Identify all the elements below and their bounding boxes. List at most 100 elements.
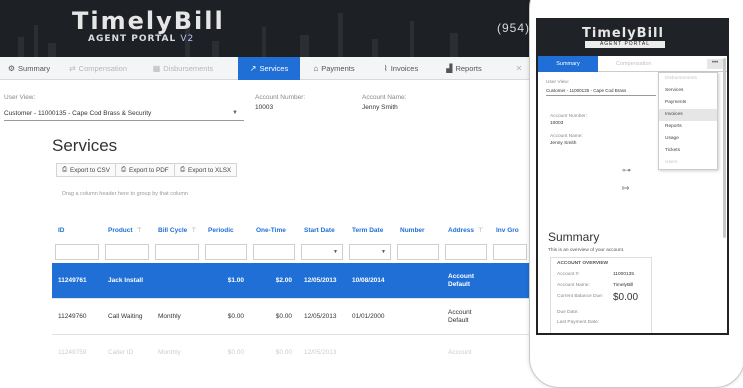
col-header-inv-group[interactable]: Inv Gro [490,219,530,241]
account-overview-box: ACCOUNT OVERVIEW Account #: 11000135 Acc… [550,257,652,333]
cell-address: Account [448,349,472,356]
filter-input-product[interactable] [105,244,149,260]
menu-item-disbursements[interactable]: Disbursements [659,73,717,85]
cell-number [394,299,442,334]
col-header-start-date[interactable]: Start Date [298,219,346,241]
account-name-label: Account Name: [362,94,407,101]
page-title: Services [52,136,118,155]
cell-bill-cycle: Monthly [158,313,181,320]
overview-account-label: Account #: [557,272,580,277]
col-header-address[interactable]: Address ⊤ [442,219,490,241]
tab-compensation[interactable]: ⇄ Compensation [58,57,138,80]
account-name-value: Jenny Smith [362,104,398,111]
account-number-value: 10003 [255,104,274,111]
bank-icon: ⌂ [313,64,319,73]
customer-select[interactable]: Customer - 11000135 - Cape Cod Brass & S… [4,107,244,121]
col-header-number[interactable]: Number [394,219,442,241]
table-row[interactable]: 11249761 Jack Install $1.00 $2.00 12/05/… [52,263,530,299]
col-header-one-time[interactable]: One-Time [250,219,298,241]
cell-periodic: $0.00 [227,313,244,320]
export-icon: ⎙ [62,166,68,173]
table-row[interactable]: 11249760 Call Waiting Monthly $0.00 $0.0… [52,299,530,335]
col-header-id[interactable]: ID [52,219,102,241]
menu-item-users[interactable]: Users [659,157,717,169]
mobile-header: TimelyBill AGENT PORTAL [538,20,727,56]
overview-balance-label: Current Balance Due: [557,294,604,299]
cell-number [394,335,442,369]
filter-icon[interactable]: ⊤ [137,227,142,234]
mobile-scrollbar[interactable] [723,58,726,238]
menu-item-usage[interactable]: Usage [659,133,717,145]
cell-bill-cycle: Monthly [158,349,181,356]
menu-item-payments[interactable]: Payments [659,97,717,109]
tab-reports[interactable]: ▟ Reports [434,57,494,80]
filter-input-address[interactable] [445,244,487,260]
grid-filter-row: ▼ ▼ [52,241,530,263]
filter-input-number[interactable] [397,244,439,260]
menu-item-invoices[interactable]: Invoices [659,109,717,121]
export-xlsx-button[interactable]: ⎙ Export to XLSX [174,163,238,177]
group-by-hint[interactable]: Drag a column header here to group by th… [62,191,188,197]
filter-input-periodic[interactable] [205,244,247,260]
tab-payments[interactable]: ⌂ Payments [300,57,368,80]
menu-item-tickets[interactable]: Tickets [659,145,717,157]
filter-input-id[interactable] [55,244,99,260]
filter-input-inv-group[interactable] [493,244,527,260]
cell-one-time: $2.00 [275,277,292,284]
export-pdf-button[interactable]: ⎙ Export to PDF [115,163,175,177]
tab-services[interactable]: ↗ Services [238,57,300,80]
chevron-down-icon: ▼ [333,249,338,255]
col-header-periodic[interactable]: Periodic [202,219,250,241]
filter-icon[interactable]: ⊤ [191,227,196,234]
mobile-summary-desc: This is an overview of your account. [548,248,625,253]
account-number-label: Account Number: [255,94,306,101]
mobile-account-number: 10003 [550,121,564,126]
mobile-tabs: Summary Compensation ••• [538,56,727,72]
filter-select-term-date[interactable]: ▼ [349,244,391,260]
export-csv-button[interactable]: ⎙ Export to CSV [56,163,116,177]
mobile-account-number-label: Account Number: [550,114,588,119]
col-header-term-date[interactable]: Term Date [346,219,394,241]
cell-bill-cycle [152,263,202,298]
more-menu-button[interactable]: ••• [707,59,723,69]
mobile-summary-title: Summary [548,230,600,244]
chevron-down-icon: ▼ [381,249,386,255]
grid-header-row: ID Product ⊤ Bill Cycle ⊤ Periodic One-Tim… [52,219,530,241]
filter-input-one-time[interactable] [253,244,295,260]
mobile-tab-compensation[interactable]: Compensation [616,56,651,72]
overview-account-value: 11000135 [613,272,634,277]
table-row[interactable]: 11249759 Caller ID Monthly $0.00 $0.00 1… [52,335,530,369]
cell-start-date: 12/05/2013 [304,349,337,356]
cell-inv-group [490,335,530,369]
overview-name-label: Account Name: [557,283,590,288]
tab-disbursements[interactable]: ▦ Disbursements [138,57,228,80]
timelybill-logo[interactable]: TimelyBill AGENT PORTAL V2 [72,8,225,44]
cell-number [394,263,442,298]
cell-id: 11249761 [58,277,87,284]
cell-one-time: $0.00 [275,313,292,320]
mobile-logo[interactable]: TimelyBill [538,26,708,41]
col-header-bill-cycle[interactable]: Bill Cycle ⊤ [152,219,202,241]
filter-icon[interactable]: ⊤ [478,227,483,234]
mobile-logo-subtitle: AGENT PORTAL [585,41,665,48]
chart-icon: ▟ [446,64,453,73]
overview-last-payment-label: Last Payment Date: [557,320,600,325]
mobile-account-name-label: Account Name: [550,134,583,139]
logo-title: TimelyBill [72,7,225,35]
mobile-account-name: Jenny Smith [550,141,577,146]
cell-one-time: $0.00 [275,349,292,356]
cell-product: Call Waiting [108,312,143,320]
tab-summary[interactable]: ⚙ Summary [0,57,58,80]
overview-due-label: Due Date: [557,310,579,315]
key-icon[interactable]: ⊶ [622,165,631,176]
menu-item-reports[interactable]: Reports [659,121,717,133]
col-header-product[interactable]: Product ⊤ [102,219,152,241]
mobile-tab-summary[interactable]: Summary [538,56,598,72]
filter-input-bill-cycle[interactable] [155,244,199,260]
tab-invoices[interactable]: ⌇ Invoices [368,57,434,80]
filter-select-start-date[interactable]: ▼ [301,244,343,260]
cell-id: 11249760 [58,313,87,320]
mobile-customer-select[interactable]: Customer - 11000135 - Cape Cod Brass [546,88,656,96]
menu-item-services[interactable]: Services [659,85,717,97]
logout-icon[interactable]: ↦ [622,183,630,194]
